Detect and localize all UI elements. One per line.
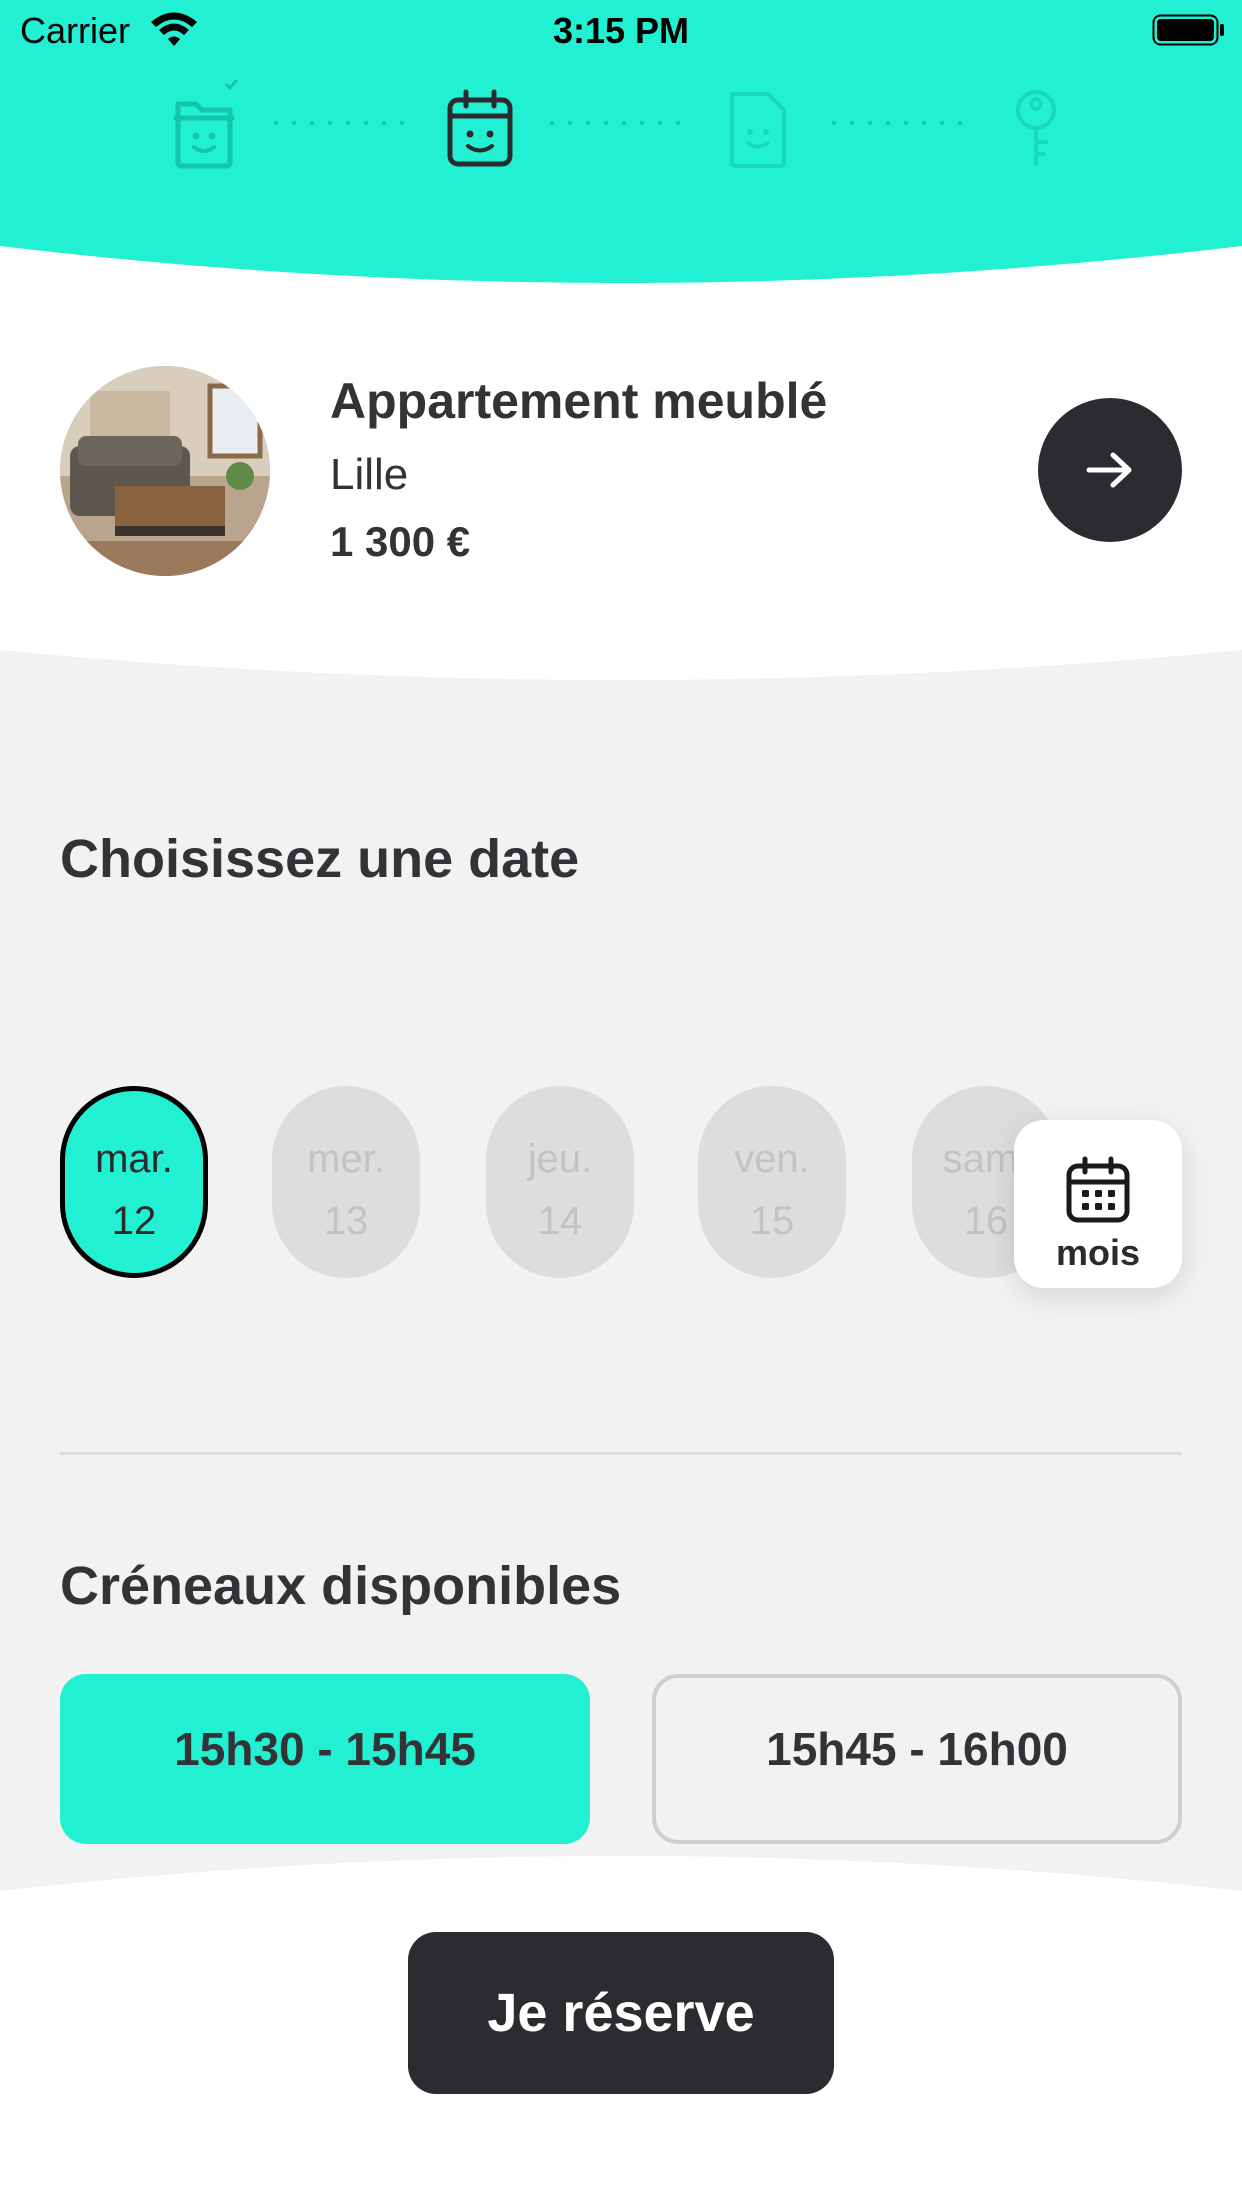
day-chip[interactable]: jeu. 14 — [486, 1086, 634, 1278]
booking-panel-curve — [0, 640, 1242, 680]
day-number: 15 — [749, 1199, 795, 1243]
property-title: Appartement meublé — [330, 373, 828, 429]
folder-smile-icon — [174, 80, 239, 169]
section-divider — [60, 1452, 1182, 1455]
property-details-button[interactable] — [1038, 398, 1182, 542]
arrow-right-icon — [1086, 452, 1132, 488]
day-chip-selected[interactable]: mar. 12 — [60, 1086, 208, 1278]
step-connector — [274, 121, 404, 125]
month-view-label: mois — [1055, 1232, 1141, 1273]
time-slot-selected[interactable]: 15h30 - 15h45 — [60, 1674, 590, 1844]
step-connector — [550, 121, 680, 125]
progress-steps — [0, 70, 1242, 180]
calendar-icon — [1066, 1156, 1130, 1223]
day-chip[interactable]: mer. 13 — [272, 1086, 420, 1278]
property-card[interactable]: Appartement meublé Lille 1 300 € — [0, 300, 1242, 650]
document-smile-icon — [730, 92, 786, 168]
reserve-button[interactable]: Je réserve — [408, 1932, 834, 2094]
time-slot[interactable]: 15h45 - 16h00 — [652, 1674, 1182, 1844]
clock: 3:15 PM — [552, 10, 690, 51]
date-scroller-edge — [1182, 1080, 1242, 1290]
slots-section-title: Créneaux disponibles — [60, 1556, 622, 1616]
calendar-smile-icon — [447, 89, 513, 167]
step-connector — [832, 121, 962, 125]
day-number: 12 — [111, 1199, 157, 1243]
day-number: 14 — [537, 1199, 583, 1243]
day-weekday: mar. — [95, 1137, 173, 1181]
battery-icon — [1152, 14, 1224, 46]
month-view-button[interactable]: mois — [1014, 1120, 1182, 1288]
status-bar: Carrier 3:15 PM — [0, 0, 1242, 60]
day-weekday: ven. — [734, 1137, 810, 1181]
day-weekday: mer. — [307, 1137, 385, 1181]
property-city: Lille — [330, 450, 409, 499]
property-photo — [60, 366, 270, 576]
day-number: 13 — [323, 1199, 369, 1243]
day-chip[interactable]: ven. 15 — [698, 1086, 846, 1278]
date-section-title: Choisissez une date — [60, 829, 580, 889]
property-price: 1 300 € — [330, 518, 471, 565]
key-icon — [1016, 90, 1056, 166]
day-weekday: jeu. — [527, 1137, 593, 1181]
